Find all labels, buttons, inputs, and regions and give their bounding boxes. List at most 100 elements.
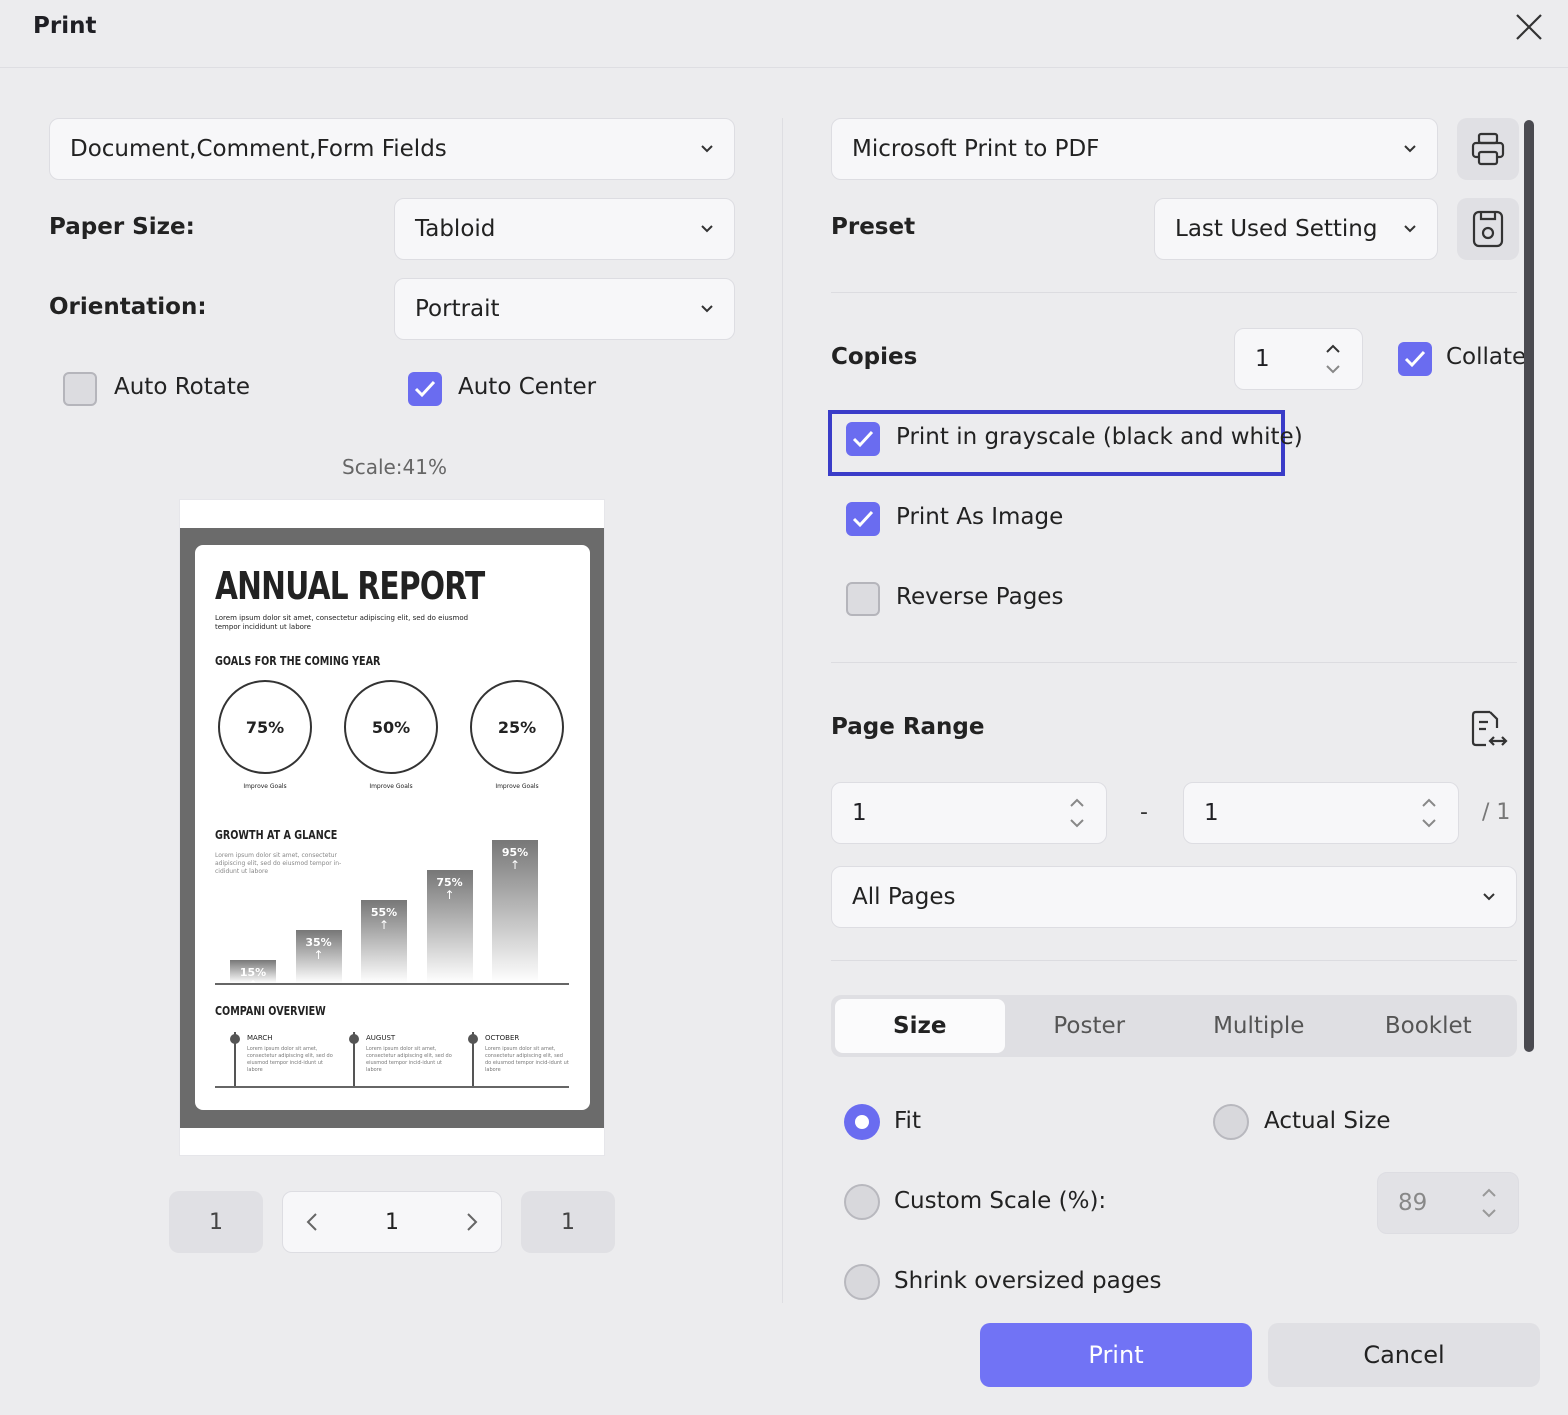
stepper-arrows-icon[interactable] <box>1324 341 1342 377</box>
goal-circle: 25% <box>470 680 564 774</box>
tab-size[interactable]: Size <box>835 999 1005 1053</box>
goal-circle: 50% <box>344 680 438 774</box>
range-to-value: 1 <box>1204 800 1219 826</box>
shrink-oversized-radio[interactable] <box>844 1264 880 1300</box>
goals-heading: GOALS FOR THE COMING YEAR <box>215 654 381 668</box>
paper-size-select[interactable]: Tabloid <box>394 198 735 260</box>
orientation-label: Orientation: <box>49 294 207 320</box>
goal-label: Improve Goals <box>243 783 287 790</box>
check-icon <box>1404 350 1426 368</box>
growth-bar-label: 95% <box>501 846 529 859</box>
chevron-right-icon[interactable] <box>465 1212 479 1232</box>
save-icon <box>1472 210 1504 248</box>
copies-stepper[interactable]: 1 <box>1234 328 1363 390</box>
stepper-arrows-icon[interactable] <box>1480 1185 1498 1221</box>
section-divider <box>831 662 1517 663</box>
chevron-down-icon <box>701 145 713 153</box>
print-as-image-checkbox[interactable] <box>846 502 880 536</box>
timeline-text: Lorem ipsum dolor sit amet, consectetur … <box>366 1046 452 1073</box>
arrow-up-icon: ↑ <box>509 858 521 872</box>
collate-label: Collate <box>1446 344 1527 370</box>
custom-scale-stepper[interactable]: 89 <box>1377 1172 1519 1234</box>
timeline-month: MARCH <box>247 1034 273 1042</box>
chevron-down-icon <box>1404 145 1416 153</box>
first-page-button[interactable]: 1 <box>169 1191 263 1253</box>
reverse-pages-checkbox[interactable] <box>846 582 880 616</box>
growth-heading: GROWTH AT A GLANCE <box>215 828 338 842</box>
growth-bar-label: 55% <box>370 906 398 919</box>
printer-properties-button[interactable] <box>1457 118 1519 180</box>
timeline-text: Lorem ipsum dolor sit amet, consectetur … <box>485 1046 569 1073</box>
chevron-down-icon <box>1404 225 1416 233</box>
chevron-left-icon[interactable] <box>305 1212 319 1232</box>
page-navigator[interactable]: 1 <box>282 1191 502 1253</box>
check-icon <box>852 510 874 528</box>
last-page-button[interactable]: 1 <box>521 1191 615 1253</box>
grayscale-checkbox[interactable] <box>846 422 880 456</box>
content-select-value: Document,Comment,Form Fields <box>70 136 447 162</box>
preset-select[interactable]: Last Used Setting <box>1154 198 1438 260</box>
chevron-down-icon <box>701 305 713 313</box>
growth-bar-label: 15% <box>239 966 267 979</box>
actual-size-radio[interactable] <box>1213 1104 1249 1140</box>
goal-circle: 75% <box>218 680 312 774</box>
auto-center-checkbox[interactable] <box>408 372 442 406</box>
auto-rotate-checkbox[interactable] <box>63 372 97 406</box>
cancel-button[interactable]: Cancel <box>1268 1323 1540 1387</box>
copies-value: 1 <box>1255 346 1270 372</box>
tab-multiple[interactable]: Multiple <box>1174 999 1344 1053</box>
timeline-text: Lorem ipsum dolor sit amet, consectetur … <box>247 1046 333 1073</box>
orientation-select[interactable]: Portrait <box>394 278 735 340</box>
scrollbar[interactable] <box>1524 120 1534 1052</box>
tab-booklet[interactable]: Booklet <box>1344 999 1514 1053</box>
print-as-image-label: Print As Image <box>896 504 1064 530</box>
growth-bar: 55% ↑ <box>361 900 407 983</box>
range-from-stepper[interactable]: 1 <box>831 782 1107 844</box>
chevron-down-icon <box>1483 893 1495 901</box>
timeline-dot <box>349 1034 359 1044</box>
range-to-stepper[interactable]: 1 <box>1183 782 1459 844</box>
collate-checkbox[interactable] <box>1398 342 1432 376</box>
print-button[interactable]: Print <box>980 1323 1252 1387</box>
pages-select[interactable]: All Pages <box>831 866 1517 928</box>
stepper-arrows-icon[interactable] <box>1420 795 1438 831</box>
growth-text: Lorem ipsum dolor sit amet, consectetur … <box>215 852 342 875</box>
section-divider <box>831 292 1517 293</box>
scale-text: Scale:41% <box>342 455 447 479</box>
stepper-arrows-icon[interactable] <box>1068 795 1086 831</box>
range-dash: - <box>1140 800 1148 825</box>
goal-label: Improve Goals <box>495 783 539 790</box>
preview-intro: Lorem ipsum dolor sit amet, consectetur … <box>215 614 469 631</box>
timeline-month: AUGUST <box>366 1034 396 1042</box>
save-preset-button[interactable] <box>1457 198 1519 260</box>
paper-size-label: Paper Size: <box>49 214 195 240</box>
growth-bar-label: 75% <box>436 876 463 889</box>
custom-scale-value: 89 <box>1398 1190 1428 1216</box>
page-range-label: Page Range <box>831 714 985 740</box>
preset-value: Last Used Setting <box>1175 216 1378 242</box>
preview-title: ANNUAL REPORT <box>215 564 485 608</box>
growth-bar: 15% ↑ <box>230 960 276 991</box>
timeline-dot <box>468 1034 478 1044</box>
page-range-swap-icon[interactable] <box>1468 708 1510 754</box>
tab-poster[interactable]: Poster <box>1005 999 1175 1053</box>
section-divider <box>831 960 1517 961</box>
printer-value: Microsoft Print to PDF <box>852 136 1100 162</box>
range-total: / 1 <box>1482 800 1511 825</box>
arrow-up-icon: ↑ <box>313 948 324 962</box>
fit-radio[interactable] <box>844 1104 880 1140</box>
actual-size-label: Actual Size <box>1264 1108 1391 1134</box>
growth-bar: 95% ↑ <box>492 840 538 983</box>
growth-bar: 75% ↑ <box>426 870 473 983</box>
auto-rotate-label: Auto Rotate <box>114 374 251 400</box>
content-select[interactable]: Document,Comment,Form Fields <box>49 118 735 180</box>
growth-bar: 35% ↑ <box>295 930 342 983</box>
grayscale-label: Print in grayscale (black and white) <box>896 424 1303 450</box>
arrow-up-icon: ↑ <box>247 978 259 992</box>
close-icon[interactable] <box>1512 10 1546 44</box>
custom-scale-radio[interactable] <box>844 1184 880 1220</box>
printer-icon <box>1471 132 1505 166</box>
range-from-value: 1 <box>852 800 867 826</box>
printer-select[interactable]: Microsoft Print to PDF <box>831 118 1438 180</box>
timeline-dot <box>230 1034 240 1044</box>
